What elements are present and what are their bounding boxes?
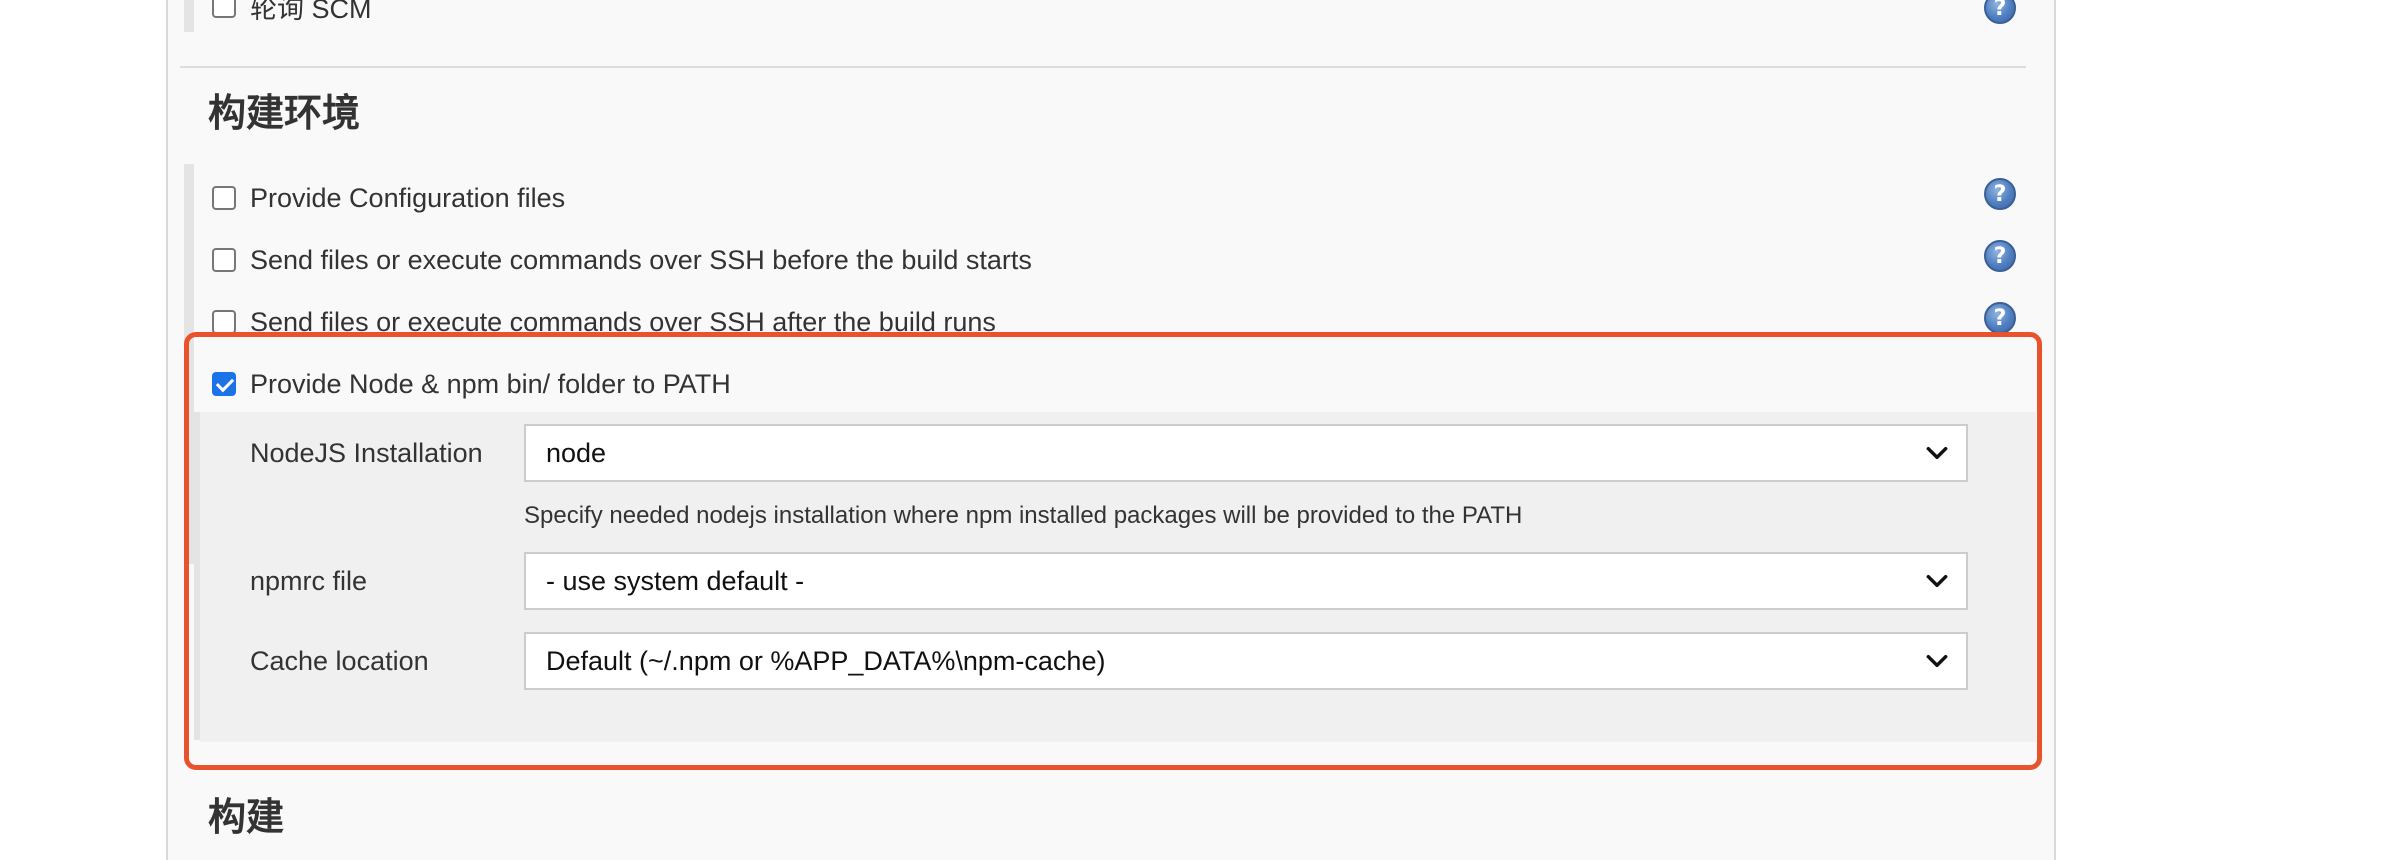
poll-scm-option: 轮询 SCM: [212, 0, 372, 26]
nodejs-installation-select[interactable]: node: [524, 424, 1968, 482]
npmrc-file-value: - use system default -: [546, 565, 805, 596]
cache-location-select[interactable]: Default (~/.npm or %APP_DATA%\npm-cache): [524, 632, 1968, 690]
ssh-after-build-option: Send files or execute commands over SSH …: [212, 302, 996, 342]
ssh-before-build-label: Send files or execute commands over SSH …: [250, 244, 1032, 275]
help-icon[interactable]: ?: [1984, 302, 2016, 334]
build-env-title: 构建环境: [208, 91, 361, 135]
chevron-down-icon: [1926, 654, 1948, 668]
build-title: 构建: [208, 795, 285, 839]
ssh-before-build-option: Send files or execute commands over SSH …: [212, 240, 1032, 280]
poll-scm-label: 轮询 SCM: [250, 0, 372, 24]
provide-node-npm-option: Provide Node & npm bin/ folder to PATH: [212, 364, 731, 404]
provide-config-files-checkbox[interactable]: [212, 186, 236, 210]
nodejs-installation-hint: Specify needed nodejs installation where…: [524, 502, 1523, 529]
help-icon[interactable]: ?: [1984, 240, 2016, 272]
provide-node-npm-checkbox[interactable]: [212, 372, 236, 396]
nested-indent-bar: [194, 412, 200, 740]
npmrc-file-select[interactable]: - use system default -: [524, 552, 1968, 610]
npmrc-file-label: npmrc file: [250, 566, 368, 596]
nodejs-installation-label: NodeJS Installation: [250, 438, 483, 468]
section-divider: [180, 66, 2026, 68]
cache-location-value: Default (~/.npm or %APP_DATA%\npm-cache): [546, 645, 1106, 676]
nodejs-installation-value: node: [546, 437, 607, 468]
ssh-after-build-label: Send files or execute commands over SSH …: [250, 306, 996, 337]
chevron-down-icon: [1926, 574, 1948, 588]
section-indent-bar: [184, 0, 194, 32]
cache-location-label: Cache location: [250, 646, 429, 676]
ssh-before-build-checkbox[interactable]: [212, 248, 236, 272]
ssh-after-build-checkbox[interactable]: [212, 310, 236, 334]
poll-scm-checkbox[interactable]: [212, 0, 236, 18]
help-icon[interactable]: ?: [1984, 178, 2016, 210]
provide-config-files-option: Provide Configuration files: [212, 178, 565, 218]
provide-config-files-label: Provide Configuration files: [250, 182, 566, 213]
section-indent-bar: [184, 164, 194, 564]
chevron-down-icon: [1926, 446, 1948, 460]
provide-node-npm-label: Provide Node & npm bin/ folder to PATH: [250, 368, 731, 399]
